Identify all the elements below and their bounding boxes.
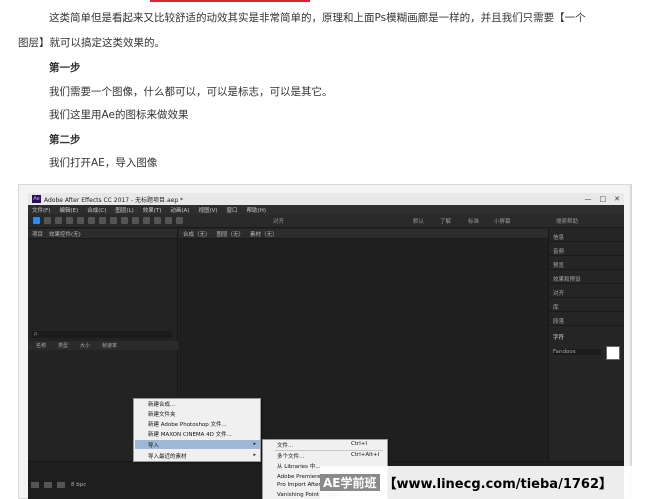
watermark: AE学前班 【www.linecg.com/tieba/1762】: [320, 466, 649, 499]
workspace-small-screen[interactable]: 小屏幕: [494, 217, 511, 225]
menu-window[interactable]: 窗口: [227, 206, 238, 214]
rectangle-tool-icon[interactable]: [99, 217, 106, 224]
panel-preview[interactable]: 预览: [553, 261, 564, 269]
fill-color-swatch[interactable]: [606, 346, 620, 360]
folder-icon[interactable]: [31, 482, 39, 488]
col-size[interactable]: 大小: [80, 342, 90, 349]
chevron-right-icon: ▸: [253, 441, 256, 447]
ae-toolbar: 对齐 默认 了解 标准 小屏幕 搜索帮助: [28, 214, 624, 228]
minimize-button[interactable]: —: [585, 195, 592, 203]
panel-character[interactable]: 字符: [553, 333, 564, 341]
layer-tab[interactable]: 图层（无）: [217, 230, 245, 238]
ae-titlebar: Ae Adobe After Effects CC 2017 - 无标题项目.a…: [28, 193, 624, 205]
menu-edit[interactable]: 编辑(E): [59, 206, 78, 214]
menu-help[interactable]: 帮助(H): [247, 206, 266, 214]
rotate-tool-icon[interactable]: [66, 217, 73, 224]
step2-text: 我们打开AE，导入图像: [49, 157, 158, 169]
shortcut-import-multiple: Ctrl+Alt+I: [351, 452, 380, 458]
menu-layer[interactable]: 图层(L): [115, 206, 133, 214]
roto-tool-icon[interactable]: [165, 217, 172, 224]
col-type[interactable]: 类型: [58, 342, 68, 349]
menu-file[interactable]: 文件(F): [32, 206, 50, 214]
pan-tool-icon[interactable]: [88, 217, 95, 224]
hand-tool-icon[interactable]: [44, 217, 51, 224]
eraser-tool-icon[interactable]: [154, 217, 161, 224]
ctx-import-recent[interactable]: 导入最近的素材: [148, 452, 187, 460]
menu-composition[interactable]: 合成(C): [87, 206, 106, 214]
selection-tool-icon[interactable]: [33, 217, 40, 224]
workspace-default[interactable]: 默认: [413, 217, 424, 225]
panel-effects-presets[interactable]: 效果和预设: [553, 275, 581, 283]
ctx-new-c4d[interactable]: 新建 MAXON CINEMA 4D 文件...: [148, 430, 232, 438]
menu-effect[interactable]: 效果(T): [143, 206, 162, 214]
panel-align[interactable]: 对齐: [553, 289, 564, 297]
brush-tool-icon[interactable]: [132, 217, 139, 224]
font-select[interactable]: Fandoos: [553, 349, 601, 355]
footage-tab[interactable]: 素材（无）: [250, 230, 278, 238]
panel-audio[interactable]: 音频: [553, 247, 564, 255]
panel-libraries[interactable]: 库: [553, 303, 559, 311]
sub-import-libraries[interactable]: 从 Libraries 中...: [277, 462, 321, 470]
col-name[interactable]: 名称: [36, 342, 46, 349]
ae-menubar: 文件(F) 编辑(E) 合成(C) 图层(L) 效果(T) 动画(A) 视图(V…: [28, 205, 624, 214]
new-folder-icon[interactable]: [44, 482, 52, 488]
workspace-learn[interactable]: 了解: [440, 217, 451, 225]
article-body: 这类简单但是看起来又比较舒适的动效其实是非常简单的，原理和上面Ps模糊画廊是一样…: [0, 0, 649, 185]
workspace-standard[interactable]: 标准: [468, 217, 479, 225]
project-search-input[interactable]: ρ.: [32, 331, 172, 338]
snap-checkbox[interactable]: 对齐: [273, 217, 284, 225]
effects-controls-tab[interactable]: 效果控件(无): [49, 230, 81, 238]
puppet-tool-icon[interactable]: [176, 217, 183, 224]
project-column-header: 名称 类型 大小 帧速率: [28, 341, 178, 350]
watermark-url: 【www.linecg.com/tieba/1762】: [383, 477, 613, 492]
step1-text-2: 我们这里用Ae的图标来做效果: [49, 109, 189, 121]
menu-view[interactable]: 视图(V): [198, 206, 217, 214]
sub-import-file[interactable]: 文件...: [277, 441, 293, 449]
new-comp-icon[interactable]: [57, 482, 65, 488]
paragraph-intro-line1: 这类简单但是看起来又比较舒适的动效其实是非常简单的，原理和上面Ps模糊画廊是一样…: [49, 12, 586, 24]
camera-tool-icon[interactable]: [77, 217, 84, 224]
close-button[interactable]: ✕: [614, 195, 620, 203]
panel-info[interactable]: 信息: [553, 233, 564, 241]
right-panel: 信息 音频 预览 效果和预设 对齐 库 段落 字符 Fandoos: [549, 229, 624, 461]
menu-animation[interactable]: 动画(A): [170, 206, 189, 214]
zoom-tool-icon[interactable]: [55, 217, 62, 224]
sub-import-multiple[interactable]: 多个文件...: [277, 452, 304, 460]
project-context-menu: 新建合成... 新建文件夹 新建 Adobe Photoshop 文件... 新…: [133, 398, 261, 462]
ae-logo-icon: Ae: [32, 195, 41, 203]
ae-window: Ae Adobe After Effects CC 2017 - 无标题项目.a…: [28, 193, 624, 499]
col-rate[interactable]: 帧速率: [102, 342, 117, 349]
type-tool-icon[interactable]: [121, 217, 128, 224]
project-tab[interactable]: 项目: [32, 230, 43, 238]
pen-tool-icon[interactable]: [110, 217, 117, 224]
search-help-input[interactable]: 搜索帮助: [556, 217, 578, 225]
ae-window-title: Adobe After Effects CC 2017 - 无标题项目.aep …: [44, 196, 184, 204]
step1-text-1: 我们需要一个图像，什么都可以，可以是标志，可以是其它。: [49, 86, 333, 98]
step2-heading: 第二步: [49, 134, 81, 146]
ctx-new-photoshop[interactable]: 新建 Adobe Photoshop 文件...: [148, 420, 227, 428]
screenshot-frame: Ae Adobe After Effects CC 2017 - 无标题项目.a…: [18, 184, 631, 499]
header-accent-line: [150, 0, 310, 2]
watermark-tag: AE学前班: [320, 474, 380, 491]
panel-paragraph[interactable]: 段落: [553, 317, 564, 325]
ctx-import[interactable]: 导入: [148, 441, 159, 449]
ctx-new-folder[interactable]: 新建文件夹: [148, 410, 176, 418]
ctx-new-comp[interactable]: 新建合成...: [148, 400, 175, 408]
step1-heading: 第一步: [49, 62, 81, 74]
bit-depth-button[interactable]: 8 bpc: [71, 482, 86, 488]
shortcut-import-file: Ctrl+I: [351, 441, 368, 447]
stamp-tool-icon[interactable]: [143, 217, 150, 224]
paragraph-intro-line2: 图层】就可以搞定这类效果的。: [18, 37, 165, 49]
comp-tab[interactable]: 合成（无）: [183, 230, 211, 238]
maximize-button[interactable]: □: [600, 195, 607, 203]
frame-right-edge: [631, 184, 632, 499]
chevron-right-icon: ▸: [253, 452, 256, 458]
